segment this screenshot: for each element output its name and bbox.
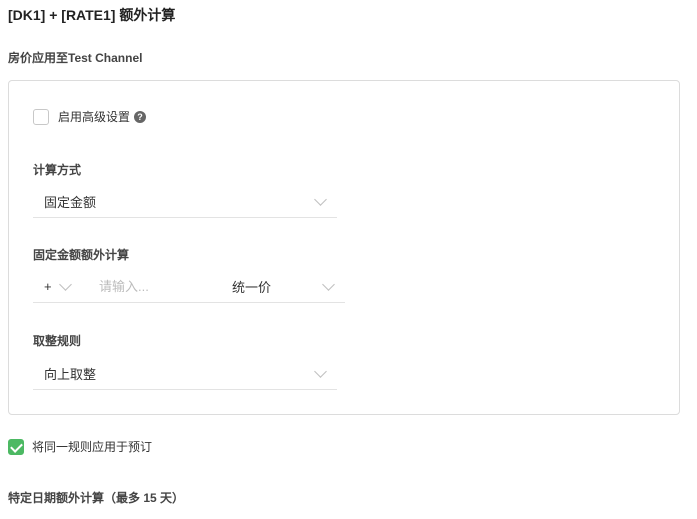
operator-value: + bbox=[44, 279, 52, 294]
apply-booking-checkbox[interactable] bbox=[8, 438, 24, 455]
settings-panel: 启用高级设置 ? 计算方式 固定金额 固定金额额外计算 + 统一价 取整规则 向… bbox=[8, 80, 680, 415]
fixed-amount-label: 固定金额额外计算 bbox=[33, 248, 130, 262]
apply-booking-row[interactable]: 将同一规则应用于预订 bbox=[8, 438, 152, 455]
page-title: [DK1] + [RATE1] 额外计算 bbox=[8, 7, 176, 23]
amount-input[interactable] bbox=[89, 279, 232, 294]
section-subtitle: 房价应用至Test Channel bbox=[8, 51, 143, 65]
help-icon[interactable]: ? bbox=[134, 110, 147, 123]
unit-value: 统一价 bbox=[232, 280, 272, 295]
rounding-select[interactable]: 向上取整 bbox=[33, 358, 337, 390]
fixed-amount-row: + 统一价 bbox=[33, 271, 345, 303]
rounding-value: 向上取整 bbox=[44, 367, 97, 382]
rounding-label: 取整规则 bbox=[33, 334, 82, 348]
operator-select[interactable]: + bbox=[33, 271, 89, 302]
advanced-settings-checkbox[interactable] bbox=[33, 108, 49, 125]
chevron-down-icon bbox=[59, 277, 72, 291]
calc-method-label: 计算方式 bbox=[33, 163, 82, 177]
calc-method-value: 固定金额 bbox=[44, 195, 97, 210]
special-dates-title: 特定日期额外计算（最多 15 天） bbox=[8, 491, 185, 505]
chevron-down-icon bbox=[314, 364, 327, 378]
calc-method-select[interactable]: 固定金额 bbox=[33, 186, 337, 218]
advanced-settings-row[interactable]: 启用高级设置 ? bbox=[33, 108, 147, 125]
chevron-down-icon bbox=[322, 277, 335, 291]
chevron-down-icon bbox=[314, 192, 327, 206]
apply-booking-label: 将同一规则应用于预订 bbox=[32, 440, 153, 454]
unit-select[interactable]: 统一价 bbox=[232, 271, 345, 302]
advanced-settings-label: 启用高级设置 bbox=[58, 110, 131, 124]
